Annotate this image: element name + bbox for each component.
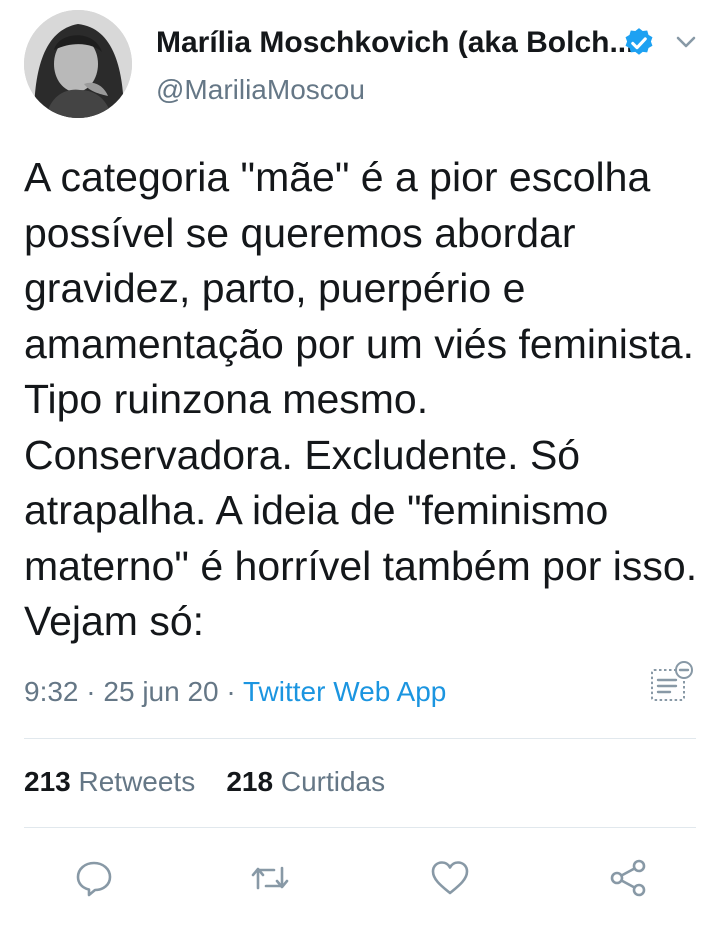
divider xyxy=(24,738,696,739)
avatar-image xyxy=(24,10,132,118)
tweet-meta: 9:32 · 25 jun 20 · Twitter Web App xyxy=(24,676,446,708)
tweet-time: 9:32 xyxy=(24,676,79,707)
reply-icon[interactable] xyxy=(72,856,116,900)
meta-separator: · xyxy=(218,676,243,707)
display-name[interactable]: Marília Moschkovich (aka Bolch... xyxy=(156,26,634,60)
meta-separator: · xyxy=(78,676,104,707)
tweet-source-link[interactable]: Twitter Web App xyxy=(243,676,446,707)
avatar[interactable] xyxy=(24,10,132,118)
verified-badge-icon xyxy=(622,26,656,60)
tweet-text: A categoria "mãe" é a pior escolha possí… xyxy=(24,154,698,644)
share-icon[interactable] xyxy=(606,856,650,900)
likes-label: Curtidas xyxy=(273,766,386,797)
retweets-label: Retweets xyxy=(70,766,196,797)
action-bar xyxy=(0,848,720,908)
chevron-down-icon[interactable] xyxy=(670,28,702,56)
user-handle[interactable]: @MariliaMoscou xyxy=(156,74,365,106)
likes-count: 218 xyxy=(226,766,274,797)
tweet-stats: 213 Retweets 218 Curtidas xyxy=(24,766,385,798)
tweet-date: 25 jun 20 xyxy=(103,676,219,707)
retweets-count: 213 xyxy=(24,766,71,797)
retweets-stat[interactable]: 213 Retweets xyxy=(24,766,195,797)
likes-stat[interactable]: 218 Curtidas xyxy=(226,766,385,797)
tweet-header: Marília Moschkovich (aka Bolch... @Maril… xyxy=(0,0,720,130)
like-icon[interactable] xyxy=(428,856,472,900)
retweet-icon[interactable] xyxy=(248,856,292,900)
divider xyxy=(24,827,696,828)
analytics-icon[interactable] xyxy=(646,660,696,706)
